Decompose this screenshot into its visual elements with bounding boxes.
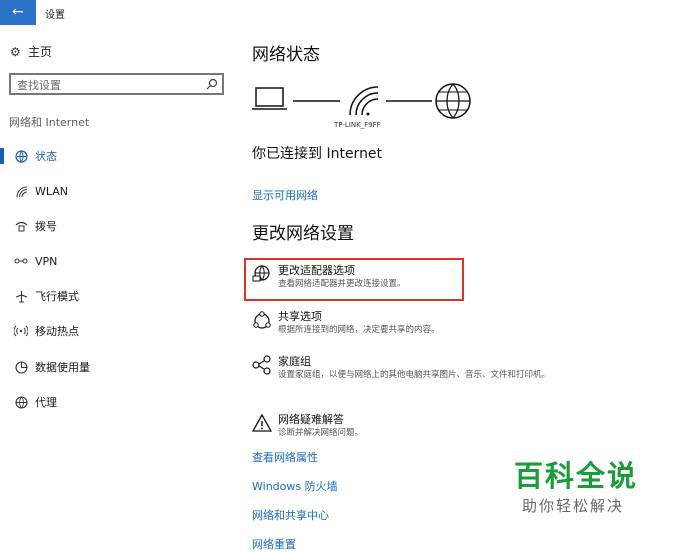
sharing-options[interactable]: 共享选项 根据所连接到的网络，决定要共享的内容。 <box>252 308 582 340</box>
sidebar-item-label: WLAN <box>35 184 69 198</box>
sidebar-item-label: 移动热点 <box>35 325 79 338</box>
search-icon <box>206 78 218 90</box>
watermark-title: 百科全说 <box>514 459 639 493</box>
sidebar-item-hotspot[interactable]: 移动热点 <box>0 320 235 342</box>
option-title: 家庭组 <box>278 355 311 368</box>
windows-firewall-link[interactable]: Windows 防火墙 <box>252 478 338 494</box>
sidebar-item-status[interactable]: 状态 <box>0 145 235 167</box>
sharing-icon <box>253 311 271 329</box>
sidebar-item-data-usage[interactable]: 数据使用量 <box>0 356 235 378</box>
search-placeholder: 查找设置 <box>17 79 61 92</box>
option-description: 诊断并解决网络问题。 <box>278 428 364 438</box>
page-title: 网络状态 <box>252 45 320 65</box>
sidebar-item-label: 飞行模式 <box>35 290 79 303</box>
option-description: 设置家庭组，以便与网络上的其他电脑共享图片、音乐、文件和打印机。 <box>278 370 551 380</box>
option-title: 网络疑难解答 <box>278 413 344 426</box>
sidebar-item-label: 状态 <box>35 150 57 163</box>
globe-icon <box>435 83 471 119</box>
laptop-icon <box>252 87 287 110</box>
home-link[interactable]: ⚙ 主页 <box>10 43 52 60</box>
search-input[interactable]: 查找设置 <box>9 73 224 95</box>
sidebar-item-vpn[interactable]: VPN <box>0 250 235 272</box>
wifi-icon <box>349 86 379 116</box>
window-title: 设置 <box>45 10 65 21</box>
gear-icon: ⚙ <box>10 44 21 59</box>
section-label: 网络和 Internet <box>9 116 90 129</box>
data-usage-icon <box>11 360 31 374</box>
sidebar-item-wlan[interactable]: WLAN <box>0 180 235 202</box>
home-label: 主页 <box>28 45 53 59</box>
sidebar-item-airplane[interactable]: 飞行模式 <box>0 285 235 307</box>
sidebar-item-label: 代理 <box>35 396 57 409</box>
title-bar: ← 设置 <box>0 0 692 25</box>
option-description: 根据所连接到的网络，决定要共享的内容。 <box>278 325 440 335</box>
homegroup-options[interactable]: 家庭组 设置家庭组，以便与网络上的其他电脑共享图片、音乐、文件和打印机。 <box>252 353 582 397</box>
show-networks-link[interactable]: 显示可用网络 <box>252 187 318 203</box>
hotspot-icon <box>11 325 31 337</box>
sidebar-item-label: 拨号 <box>35 220 57 233</box>
network-reset-link[interactable]: 网络重置 <box>252 536 296 552</box>
sidebar: ⚙ 主页 查找设置 网络和 Internet 状态 WLAN 拨号 VPN 飞行… <box>0 25 235 553</box>
sidebar-item-proxy[interactable]: 代理 <box>0 391 235 413</box>
view-network-properties-link[interactable]: 查看网络属性 <box>252 449 318 465</box>
globe-icon <box>11 395 31 409</box>
watermark: 百科全说 助你轻松解决 <box>514 459 664 516</box>
vpn-icon <box>11 256 31 266</box>
dialup-icon <box>11 220 31 233</box>
watermark-subtitle: 助你轻松解决 <box>522 497 625 515</box>
warning-icon <box>252 413 272 432</box>
sidebar-item-label: 数据使用量 <box>35 361 90 374</box>
status-icon <box>11 149 31 163</box>
connection-status: 你已连接到 Internet <box>252 146 383 162</box>
sidebar-item-dialup[interactable]: 拨号 <box>0 215 235 237</box>
network-sharing-center-link[interactable]: 网络和共享中心 <box>252 507 329 523</box>
change-settings-title: 更改网络设置 <box>252 224 354 244</box>
troubleshoot-options[interactable]: 网络疑难解答 诊断并解决网络问题。 <box>252 411 582 443</box>
sidebar-item-label: VPN <box>35 254 58 268</box>
airplane-icon <box>11 290 31 303</box>
highlight-box <box>244 258 464 301</box>
network-name: TP-LINK_F9FF <box>334 121 381 129</box>
wifi-icon <box>11 185 31 198</box>
homegroup-icon <box>252 355 271 375</box>
back-button[interactable]: ← <box>0 0 36 25</box>
option-title: 共享选项 <box>278 310 322 323</box>
